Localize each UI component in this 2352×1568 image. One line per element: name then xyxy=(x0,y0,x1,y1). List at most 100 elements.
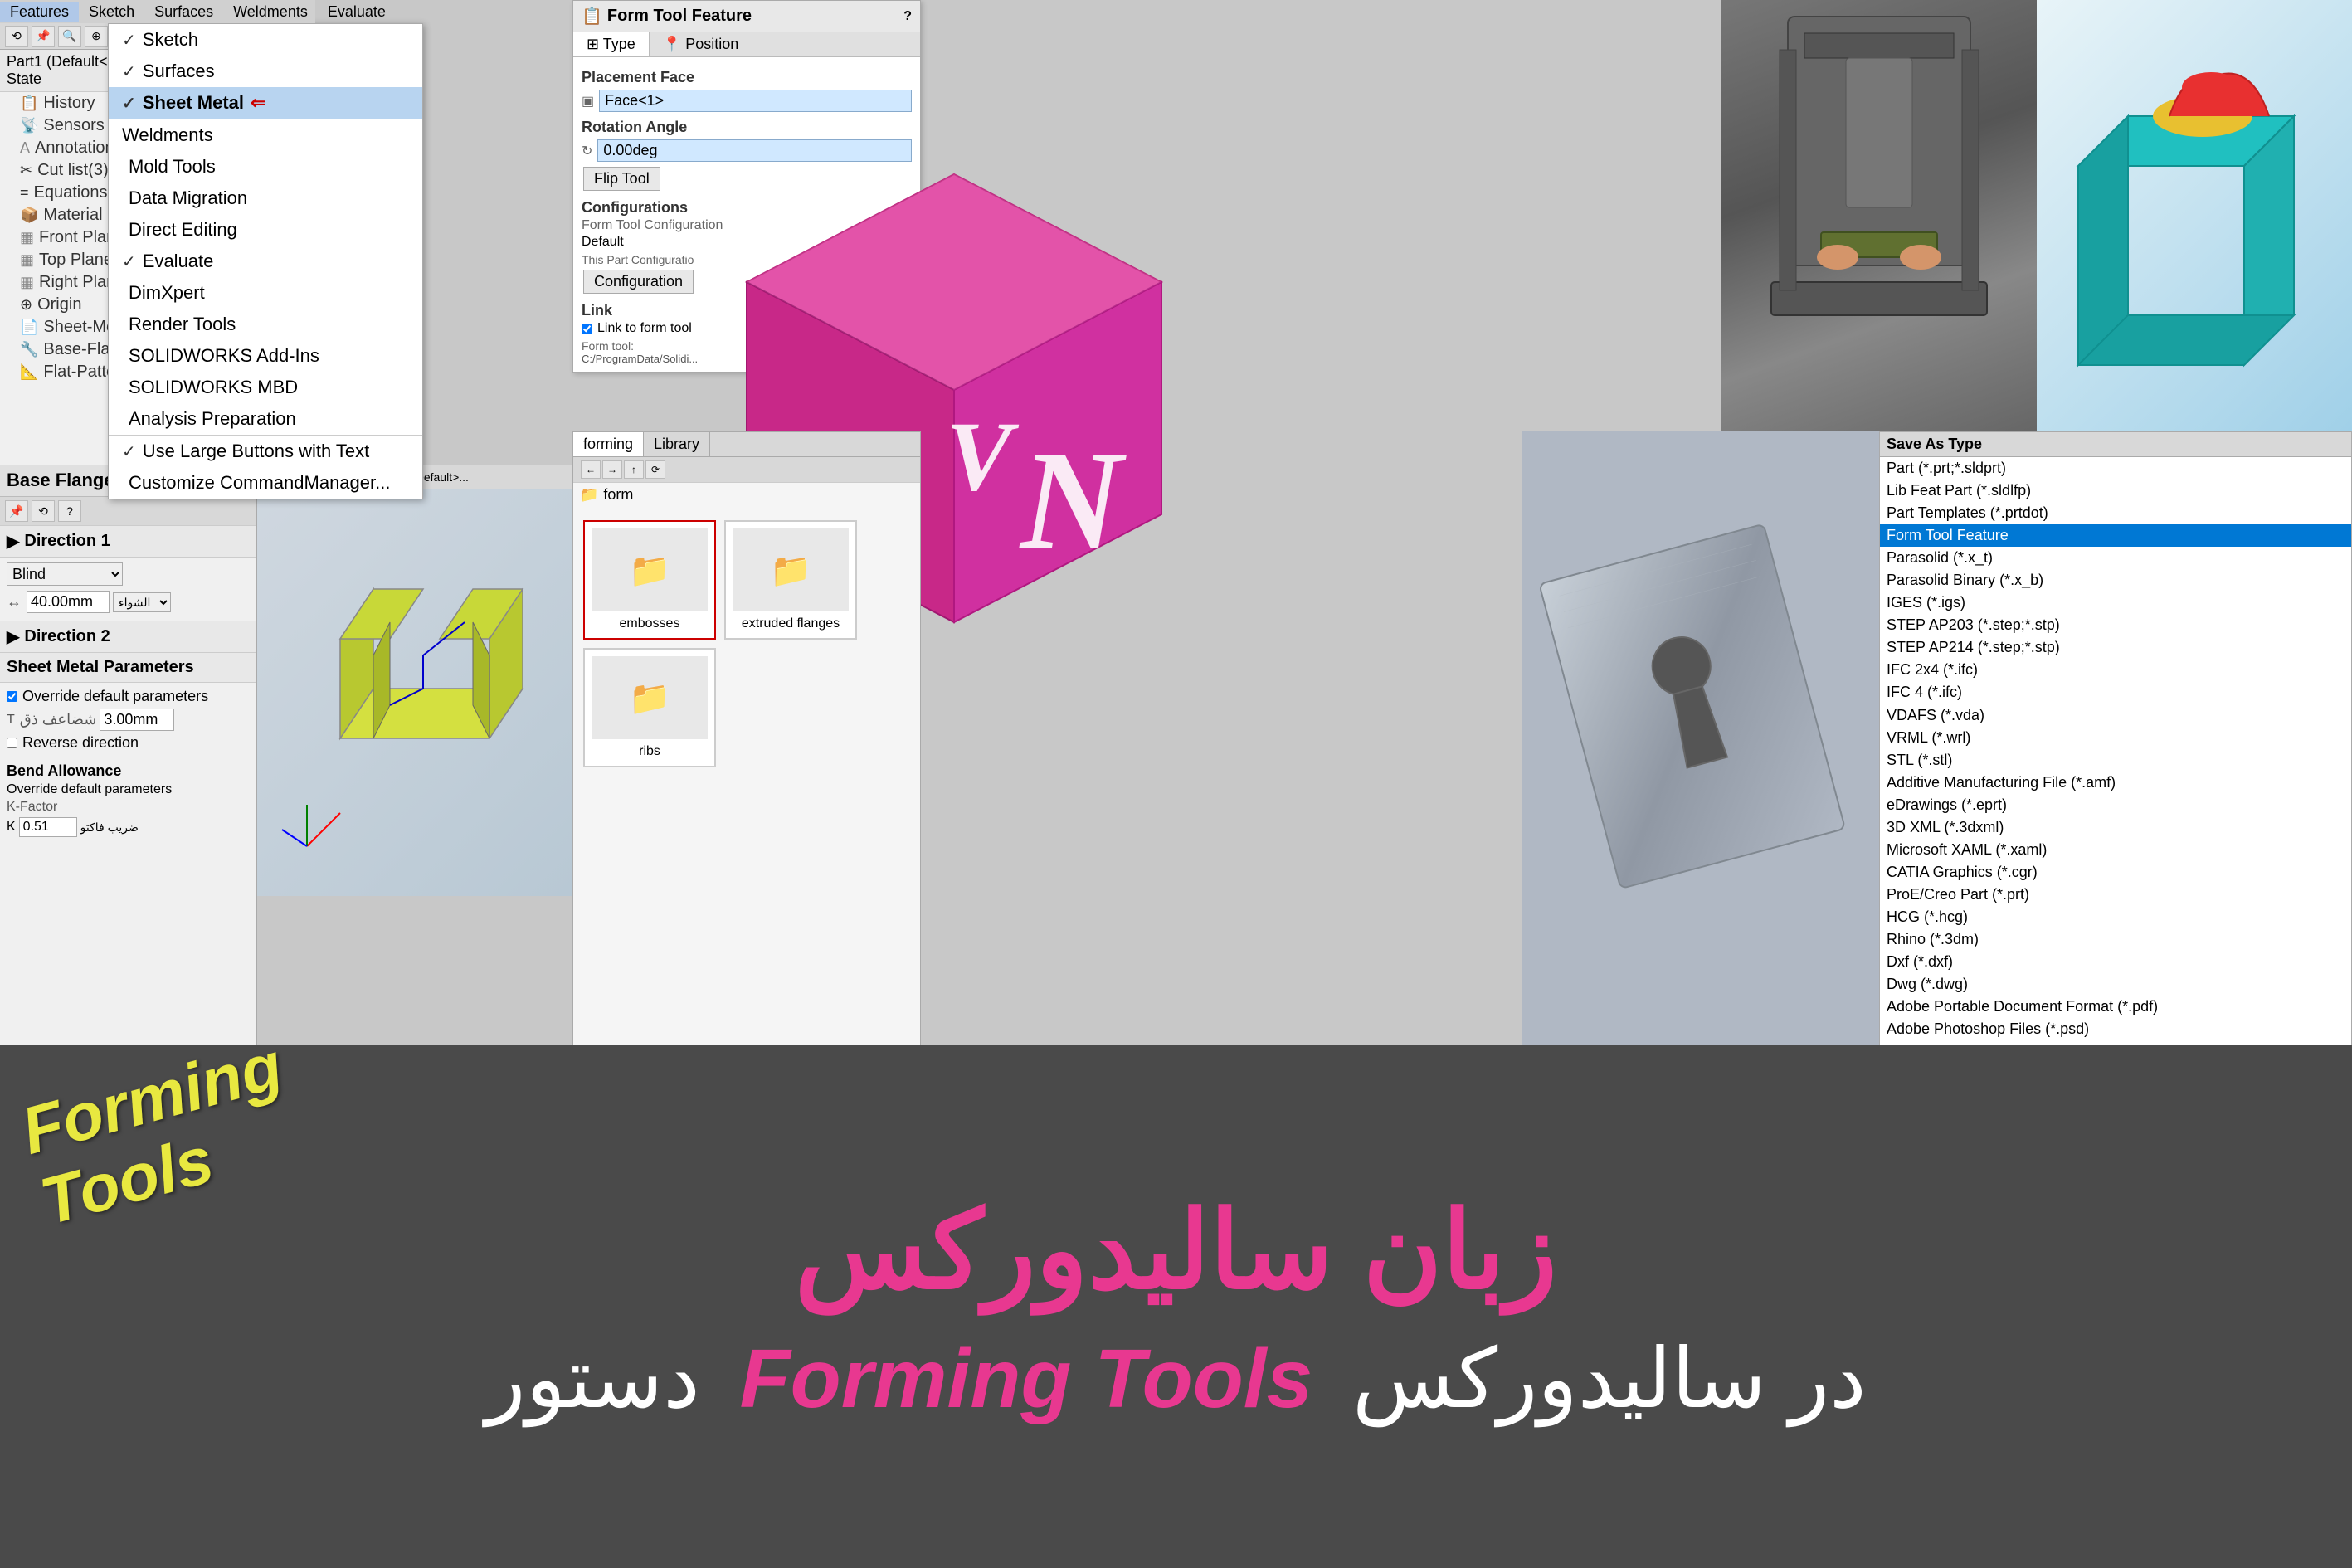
form-tool-title: Form Tool Feature xyxy=(607,7,752,26)
browser-prev[interactable]: ← xyxy=(581,460,601,479)
prop-manager-title: Base Flange xyxy=(7,470,114,491)
file-item-0[interactable]: Part (*.prt;*.sldprt) xyxy=(1880,457,2351,480)
override-checkbox[interactable] xyxy=(7,691,17,702)
file-item-23[interactable]: Dxf (*.dxf) xyxy=(1880,951,2351,973)
file-item-15[interactable]: Additive Manufacturing File (*.amf) xyxy=(1880,772,2351,794)
browser-up[interactable]: ↑ xyxy=(624,460,644,479)
flip-tool-btn[interactable]: Flip Tool xyxy=(583,167,660,191)
menu-item-sw-addins[interactable]: SOLIDWORKS Add-Ins xyxy=(109,340,422,372)
forming-tools-diagonal-1: Forming Tools xyxy=(14,1029,309,1239)
file-item-2[interactable]: Part Templates (*.prtdot) xyxy=(1880,502,2351,524)
file-item-21[interactable]: HCG (*.hcg) xyxy=(1880,906,2351,928)
reverse-checkbox[interactable] xyxy=(7,738,17,748)
file-item-13[interactable]: VRML (*.wrl) xyxy=(1880,727,2351,749)
thumb-embosses[interactable]: 📁 embosses xyxy=(583,520,716,640)
menu-item-render-tools[interactable]: Render Tools xyxy=(109,309,422,340)
menu-item-sketch[interactable]: Sketch xyxy=(109,24,422,56)
menu-item-mold-tools[interactable]: Mold Tools xyxy=(109,151,422,183)
toolbar-btn-2[interactable]: 📌 xyxy=(32,26,55,47)
toolbar-btn-1[interactable]: ⟲ xyxy=(5,26,28,47)
tab-position[interactable]: 📍 Position xyxy=(650,32,752,56)
file-item-5[interactable]: Parasolid Binary (*.x_b) xyxy=(1880,569,2351,592)
form-tool-header: 📋 Form Tool Feature ? xyxy=(573,1,920,32)
menu-item-large-buttons[interactable]: Use Large Buttons with Text xyxy=(109,435,422,467)
menu-features[interactable]: Features xyxy=(0,2,79,22)
menu-item-customize[interactable]: Customize CommandManager... xyxy=(109,467,422,499)
placement-face-input[interactable] xyxy=(599,90,912,112)
ribs-label: ribs xyxy=(592,744,708,759)
file-item-8[interactable]: STEP AP214 (*.step;*.stp) xyxy=(1880,636,2351,659)
link-checkbox[interactable] xyxy=(582,324,592,334)
depth-unit-select[interactable]: الشواء xyxy=(113,592,171,612)
menu-item-surfaces[interactable]: Surfaces xyxy=(109,56,422,87)
menu-sketch[interactable]: Sketch xyxy=(79,2,144,22)
menu-weldments[interactable]: Weldments xyxy=(223,2,318,22)
direction1-title: ▶ Direction 1 xyxy=(7,531,250,552)
file-item-4[interactable]: Parasolid (*.x_t) xyxy=(1880,547,2351,569)
press-photo xyxy=(1721,0,2037,431)
metal-part-area xyxy=(1522,431,1879,1045)
browser-thumb-grid: 📁 embosses 📁 extruded flanges 📁 ribs xyxy=(573,510,920,777)
cad-model-svg xyxy=(2037,0,2352,431)
prop-tool-1[interactable]: 📌 xyxy=(5,500,28,522)
thickness-input[interactable] xyxy=(100,709,174,731)
menu-item-dimxpert[interactable]: DimXpert xyxy=(109,277,422,309)
file-item-12[interactable]: VDAFS (*.vda) xyxy=(1880,704,2351,727)
toolbar-btn-4[interactable]: ⊕ xyxy=(85,26,108,47)
file-item-19[interactable]: CATIA Graphics (*.cgr) xyxy=(1880,861,2351,884)
form-tool-help[interactable]: ? xyxy=(903,9,912,24)
file-item-20[interactable]: ProE/Creo Part (*.prt) xyxy=(1880,884,2351,906)
file-item-16[interactable]: eDrawings (*.eprt) xyxy=(1880,794,2351,816)
file-item-7[interactable]: STEP AP203 (*.step;*.stp) xyxy=(1880,614,2351,636)
top-section: Features Sketch Surfaces Weldments Evalu… xyxy=(0,0,2352,1045)
file-item-26[interactable]: Adobe Photoshop Files (*.psd) xyxy=(1880,1018,2351,1040)
file-item-1[interactable]: Lib Feat Part (*.sldlfp) xyxy=(1880,480,2351,502)
k-factor-suffix-label: ضريب فاكتو xyxy=(80,821,139,835)
file-item-25[interactable]: Adobe Portable Document Format (*.pdf) xyxy=(1880,996,2351,1018)
browser-root-label: form xyxy=(603,486,633,504)
browser-panel: forming Library ← → ↑ ⟳ 📁 form 📁 embosse… xyxy=(572,431,921,1045)
file-item-17[interactable]: 3D XML (*.3dxml) xyxy=(1880,816,2351,839)
subtitle-text: دستور Forming Tools در ساليدورکس xyxy=(485,1330,1866,1427)
prop-tool-3[interactable]: ? xyxy=(58,500,81,522)
menu-item-evaluate[interactable]: Evaluate xyxy=(109,246,422,277)
file-item-14[interactable]: STL (*.stl) xyxy=(1880,749,2351,772)
blind-select[interactable]: Blind xyxy=(7,562,123,586)
tab-type[interactable]: ⊞ Type xyxy=(573,32,650,56)
browser-tree-root[interactable]: 📁 form xyxy=(573,483,920,507)
menu-item-direct-editing[interactable]: Direct Editing xyxy=(109,214,422,246)
file-item-6[interactable]: IGES (*.igs) xyxy=(1880,592,2351,614)
sm-params-body: Override default parameters T شضاعف ذق R… xyxy=(0,683,256,842)
file-list-header: Save As Type xyxy=(1880,432,2351,457)
browser-refresh[interactable]: ⟳ xyxy=(645,460,665,479)
arabic-title: زبان ساليدورکس xyxy=(795,1187,1557,1313)
menu-item-sw-mbd[interactable]: SOLIDWORKS MBD xyxy=(109,372,422,403)
k-factor-input[interactable] xyxy=(19,817,77,837)
menu-item-sheet-metal[interactable]: Sheet Metal ⇐ xyxy=(109,87,422,119)
svg-text:V: V xyxy=(946,401,1020,511)
subtitle-suffix: در ساليدورکس xyxy=(1352,1332,1867,1425)
extruded-folder-icon: 📁 xyxy=(770,551,811,590)
menu-item-data-migration[interactable]: Data Migration xyxy=(109,183,422,214)
file-item-10[interactable]: IFC 4 (*.ifc) xyxy=(1880,681,2351,704)
menu-item-weldments[interactable]: Weldments xyxy=(109,119,422,151)
file-item-24[interactable]: Dwg (*.dwg) xyxy=(1880,973,2351,996)
browser-tab-forming[interactable]: forming xyxy=(573,432,644,456)
menu-evaluate[interactable]: Evaluate xyxy=(318,2,396,22)
menu-surfaces[interactable]: Surfaces xyxy=(144,2,223,22)
browser-tab-library[interactable]: Library xyxy=(644,432,710,456)
thumb-ribs[interactable]: 📁 ribs xyxy=(583,648,716,767)
file-item-9[interactable]: IFC 2x4 (*.ifc) xyxy=(1880,659,2351,681)
viewport-area: ← → ⟳ Part1 (Default<<Default>... xyxy=(257,465,572,896)
thickness-label: شضاعف ذق xyxy=(20,711,97,728)
prop-tool-2[interactable]: ⟲ xyxy=(32,500,55,522)
file-item-18[interactable]: Microsoft XAML (*.xaml) xyxy=(1880,839,2351,861)
menu-item-analysis-prep[interactable]: Analysis Preparation xyxy=(109,403,422,435)
file-item-22[interactable]: Rhino (*.3dm) xyxy=(1880,928,2351,951)
browser-next[interactable]: → xyxy=(602,460,622,479)
toolbar-btn-3[interactable]: 🔍 xyxy=(58,26,81,47)
thumb-extruded-flanges[interactable]: 📁 extruded flanges xyxy=(724,520,857,640)
file-item-3[interactable]: Form Tool Feature xyxy=(1880,524,2351,547)
depth-input[interactable] xyxy=(27,591,110,613)
prop-toolbar: 📌 ⟲ ? xyxy=(0,497,256,526)
